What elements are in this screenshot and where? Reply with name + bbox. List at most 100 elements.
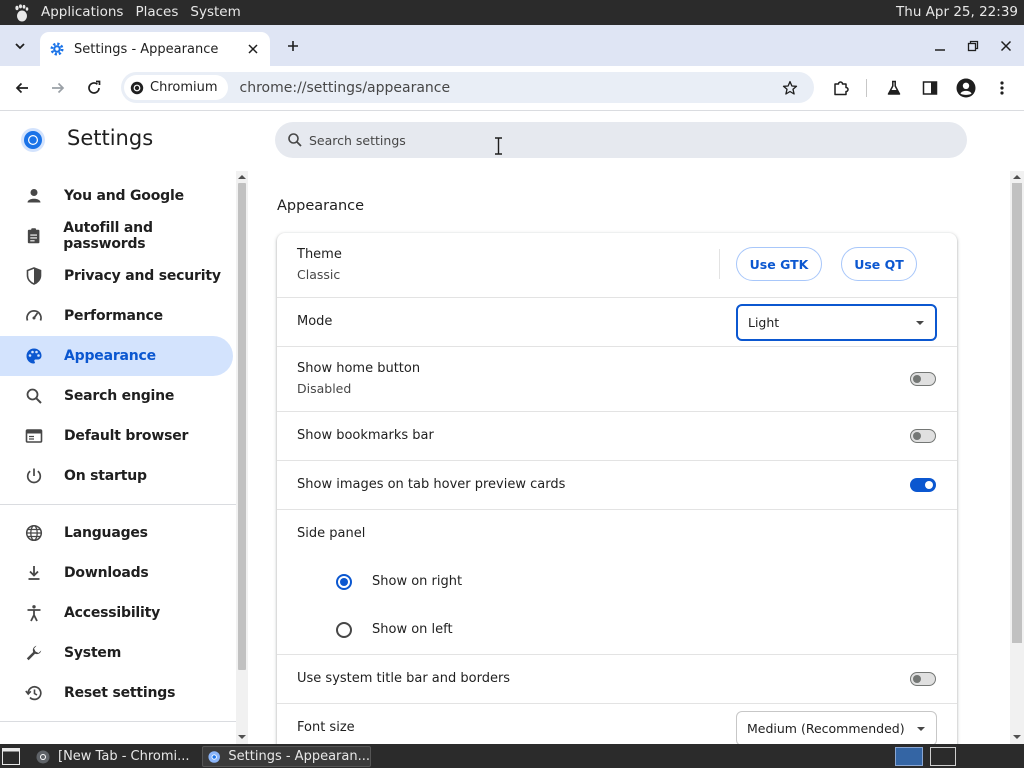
text-cursor-icon [495, 137, 502, 155]
sidebar-item-accessibility[interactable]: Accessibility [0, 593, 233, 633]
sidebar-item-on-startup[interactable]: On startup [0, 456, 233, 496]
shield-icon [26, 267, 42, 285]
new-tab-button[interactable] [282, 35, 304, 57]
sidebar-item-privacy[interactable]: Privacy and security [0, 256, 233, 296]
home-button-row[interactable]: Show home button Disabled [277, 346, 957, 411]
appearance-card: Theme Classic Use GTK Use QT Mode Light … [277, 233, 957, 753]
tab-hover-row[interactable]: Show images on tab hover preview cards [277, 460, 957, 509]
sidebar-scroll-down[interactable] [236, 731, 248, 743]
sidebar-item-reset-settings[interactable]: Reset settings [0, 673, 233, 713]
restore-button[interactable] [963, 36, 983, 56]
tab-strip: Settings - Appearance [0, 25, 1024, 66]
sidebar-item-appearance[interactable]: Appearance [0, 336, 233, 376]
tab-settings-appearance[interactable]: Settings - Appearance [40, 32, 270, 66]
workspace-2[interactable] [930, 747, 956, 766]
sidebar-scrollbar-thumb[interactable] [238, 183, 246, 670]
sidebar-item-default-browser[interactable]: Default browser [0, 416, 233, 456]
search-settings-box[interactable] [275, 122, 967, 158]
globe-icon [25, 524, 43, 542]
home-button-label: Show home button [297, 361, 421, 376]
sidebar-item-downloads[interactable]: Downloads [0, 553, 233, 593]
taskbar-item-settings[interactable]: Settings - Appearan... [202, 746, 371, 767]
triangle-down-icon [238, 735, 246, 739]
sidebar-item-label: Performance [64, 308, 163, 324]
minimize-button[interactable] [930, 36, 950, 56]
gnome-top-panel: Applications Places System Thu Apr 25, 2… [0, 0, 1024, 25]
arrow-left-icon [15, 82, 28, 94]
use-gtk-button[interactable]: Use GTK [736, 247, 822, 281]
sidebar-item-system[interactable]: System [0, 633, 233, 673]
mode-select-value: Light [748, 315, 780, 330]
side-panel-left-radio[interactable] [336, 622, 352, 638]
page-scroll-down[interactable] [1011, 731, 1023, 743]
toggle-knob [913, 432, 921, 440]
system-menu[interactable]: System [184, 0, 246, 25]
flask-icon [887, 80, 901, 95]
close-window-button[interactable] [996, 36, 1016, 56]
side-panel-left-label[interactable]: Show on left [372, 622, 453, 637]
mode-select[interactable]: Light [736, 304, 937, 341]
bookmarks-bar-row[interactable]: Show bookmarks bar [277, 411, 957, 460]
sidebar-divider [0, 504, 236, 505]
settings-title: Settings [67, 126, 154, 150]
clock[interactable]: Thu Apr 25, 22:39 [896, 0, 1018, 25]
toggle-knob [925, 481, 933, 489]
sidebar-item-autofill[interactable]: Autofill and passwords [0, 216, 233, 256]
profile-button[interactable] [955, 77, 977, 99]
show-desktop-icon[interactable] [2, 748, 20, 765]
avatar-icon [956, 78, 976, 98]
sidebar-item-you-and-google[interactable]: You and Google [0, 176, 233, 216]
title-bar-toggle[interactable] [910, 672, 936, 686]
tab-hover-toggle[interactable] [910, 478, 936, 492]
side-panel-right-radio[interactable] [336, 574, 352, 590]
puzzle-icon [834, 81, 849, 96]
plus-icon [288, 41, 298, 51]
page-scroll-up[interactable] [1011, 171, 1023, 183]
page-scrollbar-thumb[interactable] [1012, 183, 1022, 643]
font-size-label: Font size [297, 720, 355, 735]
row-separator [719, 249, 720, 279]
back-button[interactable] [11, 77, 33, 99]
title-bar-row[interactable]: Use system title bar and borders [277, 654, 957, 703]
search-settings-input[interactable] [309, 132, 909, 148]
palette-icon [26, 348, 42, 364]
history-icon [25, 685, 42, 701]
sidebar-item-languages[interactable]: Languages [0, 513, 233, 553]
labs-button[interactable] [883, 77, 905, 99]
tab-close-button[interactable] [244, 40, 262, 58]
gnome-bottom-panel: [New Tab - Chromi... Settings - Appearan… [0, 744, 1024, 768]
sidebar-divider [0, 721, 236, 722]
site-info-chip[interactable]: Chromium [124, 75, 228, 100]
home-button-status: Disabled [297, 381, 352, 396]
address-bar[interactable]: Chromium chrome://settings/appearance [121, 72, 814, 103]
sidebar-item-label: Appearance [64, 348, 156, 364]
triangle-up-icon [238, 175, 246, 179]
bookmark-star-button[interactable] [780, 78, 800, 98]
side-panel-right-label[interactable]: Show on right [372, 574, 462, 589]
font-size-select[interactable]: Medium (Recommended) [736, 711, 937, 746]
places-menu[interactable]: Places [129, 0, 184, 25]
menu-button[interactable] [991, 77, 1013, 99]
applications-menu[interactable]: Applications [35, 0, 129, 25]
sidebar-item-search-engine[interactable]: Search engine [0, 376, 233, 416]
browser-toolbar: Chromium chrome://settings/appearance [0, 66, 1024, 111]
chromium-icon [36, 750, 50, 763]
sidebar-item-label: Autofill and passwords [63, 220, 153, 252]
sidebar-item-label: Languages [64, 525, 148, 541]
side-panel-button[interactable] [919, 77, 941, 99]
side-panel-label: Side panel [297, 526, 366, 541]
taskbar-item-new-tab[interactable]: [New Tab - Chromi... [30, 746, 197, 767]
sidebar-item-performance[interactable]: Performance [0, 296, 233, 336]
home-button-toggle[interactable] [910, 372, 936, 386]
gnome-foot-icon[interactable] [11, 3, 31, 23]
toolbar-separator [866, 79, 867, 97]
use-qt-button[interactable]: Use QT [841, 247, 917, 281]
reload-button[interactable] [83, 77, 105, 99]
url-text[interactable]: chrome://settings/appearance [240, 80, 780, 96]
forward-button[interactable] [47, 77, 69, 99]
extensions-button[interactable] [830, 77, 852, 99]
bookmarks-bar-toggle[interactable] [910, 429, 936, 443]
sidebar-scroll-up[interactable] [236, 171, 248, 183]
workspace-1[interactable] [895, 747, 923, 766]
tab-search-button[interactable] [9, 35, 31, 57]
